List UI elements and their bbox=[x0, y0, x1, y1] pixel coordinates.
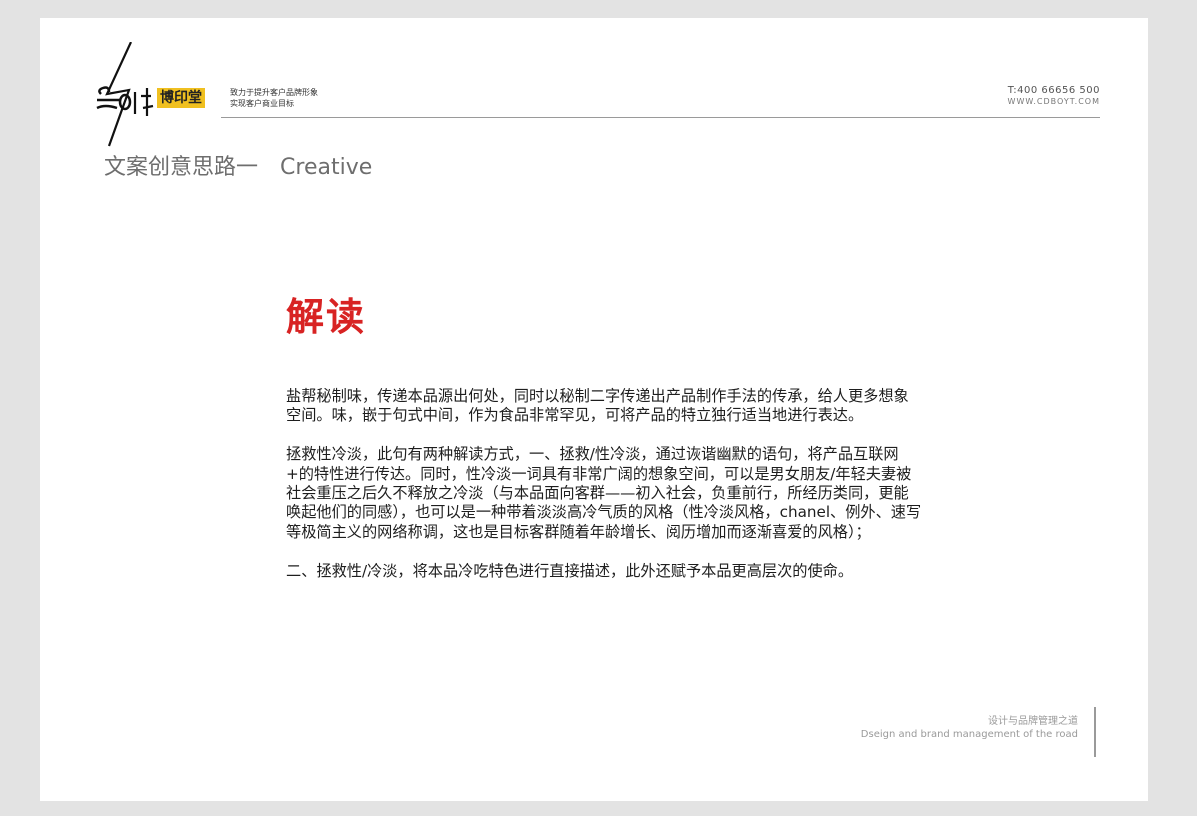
section-title-cn: 文案创意思路一 bbox=[104, 155, 259, 180]
slogan-line: 致力于提升客户品牌形象 bbox=[230, 88, 318, 97]
page: 博印堂 致力于提升客户品牌形象 实现客户商业目标 T:400 66656 500… bbox=[40, 18, 1148, 801]
paragraph: 拯救性冷淡，此句有两种解读方式，一、拯救/性冷淡，通过诙谐幽默的语句，将产品互联… bbox=[286, 445, 922, 541]
phone-number: T:400 66656 500 bbox=[1007, 85, 1100, 96]
contact-info: T:400 66656 500 WWW.CDBOYT.COM bbox=[1008, 85, 1100, 107]
paragraph: 二、拯救性/冷淡，将本品冷吃特色进行直接描述，此外还赋予本品更高层次的使命。 bbox=[286, 561, 854, 580]
section-title: 文案创意思路一 Creative bbox=[104, 154, 372, 182]
section-title-en: Creative bbox=[280, 155, 373, 180]
paragraph: 盐帮秘制味，传递本品源出何处，同时以秘制二字传递出产品制作手法的传承，给人更多想… bbox=[286, 387, 909, 425]
logo-icon bbox=[96, 42, 154, 147]
website-link[interactable]: WWW.CDBOYT.COM bbox=[1008, 97, 1100, 107]
content-heading: 解读 bbox=[286, 295, 367, 339]
footer-tagline: 设计与品牌管理之道 Dseign and brand management of… bbox=[861, 715, 1078, 741]
brand-name: 博印堂 bbox=[157, 88, 205, 108]
slogan-line: 实现客户商业目标 bbox=[230, 99, 294, 108]
brand-slogan: 致力于提升客户品牌形象 实现客户商业目标 bbox=[230, 87, 318, 109]
content-body: 盐帮秘制味，传递本品源出何处，同时以秘制二字传递出产品制作手法的传承，给人更多想… bbox=[286, 387, 922, 600]
footer-tagline-en: Dseign and brand management of the road bbox=[860, 729, 1078, 740]
header-divider bbox=[221, 117, 1100, 118]
footer-divider bbox=[1094, 707, 1096, 757]
footer-tagline-cn: 设计与品牌管理之道 bbox=[988, 716, 1078, 727]
